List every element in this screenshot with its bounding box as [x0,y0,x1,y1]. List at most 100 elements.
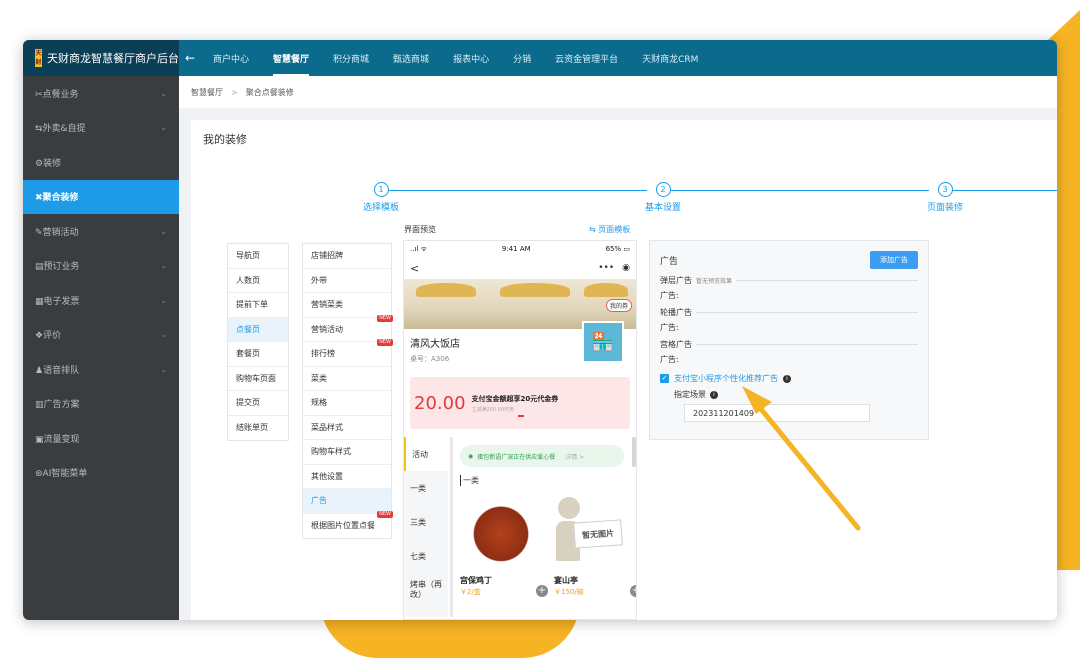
alipay-recommend-checkbox[interactable]: ✓ [660,374,669,383]
ad-panel-title: 广告 [660,256,679,267]
shop-logo: 🏪 [582,321,624,363]
page-menu-item[interactable]: 套餐页 [228,342,288,367]
component-menu-item[interactable]: 菜品样式 [303,416,391,440]
category-item[interactable]: 三类 [404,505,448,539]
sidebar-item-ad-plan[interactable]: ▥广告方案 [23,387,179,422]
component-menu-item[interactable]: 店铺招牌 [303,244,391,269]
component-menu-item[interactable]: 营销菜类 [303,293,391,318]
nav-points-mall[interactable]: 积分商城 [321,40,381,76]
sidebar-item-review[interactable]: ❖评价 ⌄ [23,318,179,353]
component-label: 外带 [311,275,327,285]
menu-body: 活动 一类 三类 七类 烤串（再改） ◉ 蛋包新语广深正在供应爱心餐 详情 > … [404,437,636,617]
food-card[interactable]: 宫保鸡丁 ￥2/盒 + [460,491,548,597]
category-scrollbar[interactable] [450,437,453,617]
breadcrumb-parent[interactable]: 智慧餐厅 [191,87,223,98]
nav-distribution[interactable]: 分销 [501,40,543,76]
section-label: 弹层广告 暂无预览效果 [660,275,918,286]
sidebar-item-decoration[interactable]: ⚙装修 [23,145,179,180]
nav-crm[interactable]: 天财商龙CRM [630,40,710,76]
page-menu-item[interactable]: 提前下单 [228,293,288,318]
page-menu-item[interactable]: 提交页 [228,391,288,416]
scene-label-row: 指定场景 i [674,389,918,400]
add-ad-button[interactable]: 添加广告 [870,251,918,269]
page-menu-item[interactable]: 购物车页面 [228,367,288,391]
component-label: 其他设置 [311,471,343,481]
page-menu-item[interactable]: 结账单页 [228,416,288,441]
sidebar-item-label: ⚙装修 [35,158,62,169]
back-icon[interactable]: < [410,262,419,275]
category-item[interactable]: 活动 [404,437,448,471]
arrow-left-icon[interactable]: ← [179,51,201,65]
chevron-down-icon: ⌄ [160,88,167,98]
page-menu-item[interactable]: 人数页 [228,269,288,293]
step-basic-settings[interactable]: 2 基本设置 [633,182,693,213]
main-area: 1 选择模板 2 基本设置 3 页面装修 导航页 人数页 提前下单 点餐页 套餐… [191,158,1057,620]
nav-merchant-center[interactable]: 商户中心 [201,40,261,76]
component-menu-item[interactable]: 广告 [303,489,391,514]
step-number: 1 [373,182,389,197]
component-label: 营销菜类 [311,300,343,310]
new-badge: NEW [377,339,393,346]
plus-icon[interactable]: + [630,585,636,597]
alipay-recommend-checkbox-row[interactable]: ✓ 支付宝小程序个性化推荐广告 i [660,373,918,384]
plus-icon[interactable]: + [536,585,548,597]
step-select-template[interactable]: 1 选择模板 [351,182,411,213]
sidebar-item-takeaway[interactable]: ⇆外卖&自提 ⌄ [23,111,179,146]
popup-ad-label: 弹层广告 [660,276,692,285]
sidebar-item-voice-queue[interactable]: ♟语音排队 ⌄ [23,352,179,387]
coupon-card[interactable]: 20.00 支付宝金额超享20元代金券 立减满200.00可用 [410,377,630,429]
component-menu-item[interactable]: 菜类 [303,367,391,391]
info-icon[interactable]: i [783,374,791,383]
component-menu-item[interactable]: 根据图片位置点餐 NEW [303,510,393,539]
mini-program-capsule: ••• ◉ [598,263,630,273]
sidebar-item-invoice[interactable]: ▦电子发票 ⌄ [23,283,179,318]
top-nav: 商户中心 智慧餐厅 积分商城 甄选商城 报表中心 分销 云资金管理平台 天财商龙… [201,40,710,76]
step-label: 选择模板 [362,203,399,213]
step-page-decoration[interactable]: 3 页面装修 [915,182,975,213]
component-label: 菜类 [311,373,327,383]
my-coupon-badge[interactable]: 我的券 [605,299,632,312]
food-price: ￥150/碗 [554,588,584,596]
step-line [667,190,929,191]
alipay-recommend-label[interactable]: 支付宝小程序个性化推荐广告 [674,373,778,384]
scene-input[interactable]: 202311201409 [684,404,870,422]
category-item[interactable]: 一类 [404,471,448,505]
component-menu-item[interactable]: 规格 [303,391,391,416]
divider [696,344,918,345]
page-menu-item[interactable]: 点餐页 [228,317,288,342]
signal-icon: ..ıl ᯤ [410,244,427,253]
sidebar-item-ai-menu[interactable]: ⊛AI智能菜单 [23,456,179,491]
page-template-link[interactable]: ⇆ 页面模板 [589,224,630,235]
step-label: 页面装修 [926,203,963,213]
component-menu-item[interactable]: 购物车样式 [303,440,391,465]
food-card[interactable]: 暂无图片 宴山亭 ￥150/碗 + [554,491,636,597]
sidebar-item-label: ✂点餐业务 [35,89,79,100]
category-item[interactable]: 七类 [404,539,448,573]
sidebar-item-reservation[interactable]: ▤预订业务 ⌄ [23,249,179,284]
nav-cloud-finance[interactable]: 云资金管理平台 [543,40,630,76]
app-window: 天财商龙 天财商龙智慧餐厅商户后台 ← 商户中心 智慧餐厅 积分商城 甄选商城 … [23,40,1057,620]
sidebar-item-marketing[interactable]: ✎营销活动 ⌄ [23,214,179,249]
nav-select-mall[interactable]: 甄选商城 [381,40,441,76]
sidebar-item-ordering[interactable]: ✂点餐业务 ⌄ [23,76,179,111]
component-menu-item[interactable]: 排行榜 NEW [303,339,393,367]
component-menu-item[interactable]: 外带 [303,269,391,293]
category-item[interactable]: 烤串（再改） [404,573,448,607]
chevron-down-icon: ⌄ [160,295,167,305]
sidebar-item-traffic[interactable]: ▣流量变现 [23,421,179,456]
menu-scrollbar[interactable] [632,437,636,467]
component-menu-item[interactable]: 其他设置 [303,465,391,489]
preview-label: 界面预览 [404,225,436,234]
target-icon[interactable]: ◉ [622,263,630,273]
nav-report-center[interactable]: 报表中心 [441,40,501,76]
page-menu-item[interactable]: 导航页 [228,244,288,269]
ad-panel-header: 广告 添加广告 [660,251,918,269]
nav-smart-restaurant[interactable]: 智慧餐厅 [261,40,321,76]
section-label: 轮播广告 [660,307,918,318]
notice-more-link[interactable]: 详情 > [565,452,584,461]
notice-bar[interactable]: ◉ 蛋包新语广深正在供应爱心餐 详情 > [460,445,624,467]
info-icon[interactable]: i [710,390,718,399]
more-icon[interactable]: ••• [598,263,614,273]
carousel-ad-value: 广告: [660,323,679,332]
sidebar-item-aggregate-decoration[interactable]: ✖聚合装修 [23,179,179,214]
